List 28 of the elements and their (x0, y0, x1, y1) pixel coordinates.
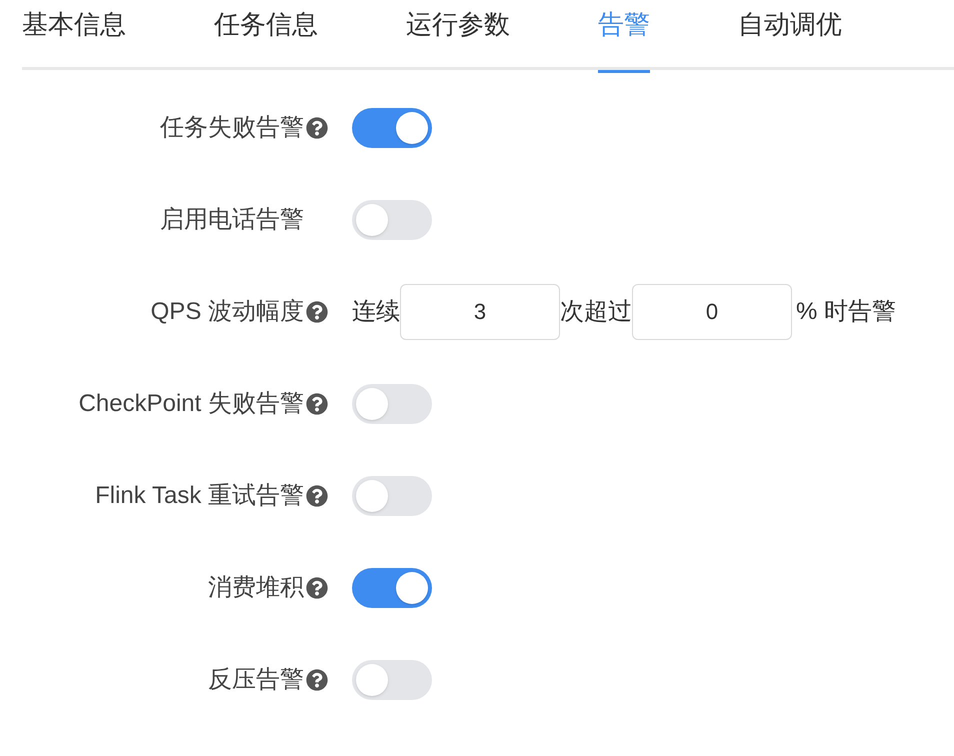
field-label: 任务失败告警 (160, 113, 304, 143)
field-label: 反压告警 (208, 665, 304, 695)
help-icon[interactable] (306, 117, 328, 139)
tab[interactable]: 基本信息 (22, 0, 126, 73)
field-label: Flink Task 重试告警 (95, 481, 304, 511)
field-label: 消费堆积 (208, 573, 304, 603)
field-label: CheckPoint 失败告警 (78, 389, 304, 419)
toggle-switch[interactable] (352, 568, 432, 608)
suffix-text: % 时告警 (796, 297, 896, 327)
prefix-text: 连续 (352, 297, 400, 327)
toggle-switch[interactable] (352, 108, 432, 148)
help-icon[interactable] (306, 669, 328, 691)
help-icon[interactable] (306, 577, 328, 599)
toggle-switch[interactable] (352, 200, 432, 240)
toggle-switch[interactable] (352, 476, 432, 516)
middle-text: 次超过 (560, 297, 632, 327)
help-icon[interactable] (306, 301, 328, 323)
help-icon[interactable] (306, 485, 328, 507)
tab[interactable]: 运行参数 (406, 0, 510, 73)
field-label: QPS 波动幅度 (150, 297, 304, 327)
toggle-switch[interactable] (352, 660, 432, 700)
number-field[interactable]: 3 (400, 284, 560, 340)
toggle-switch[interactable] (352, 384, 432, 424)
help-icon[interactable] (306, 393, 328, 415)
tab[interactable]: 任务信息 (214, 0, 318, 73)
number-field[interactable]: 0 (632, 284, 792, 340)
field-label: 启用电话告警 (160, 205, 304, 235)
tab[interactable]: 自动调优 (738, 0, 842, 73)
